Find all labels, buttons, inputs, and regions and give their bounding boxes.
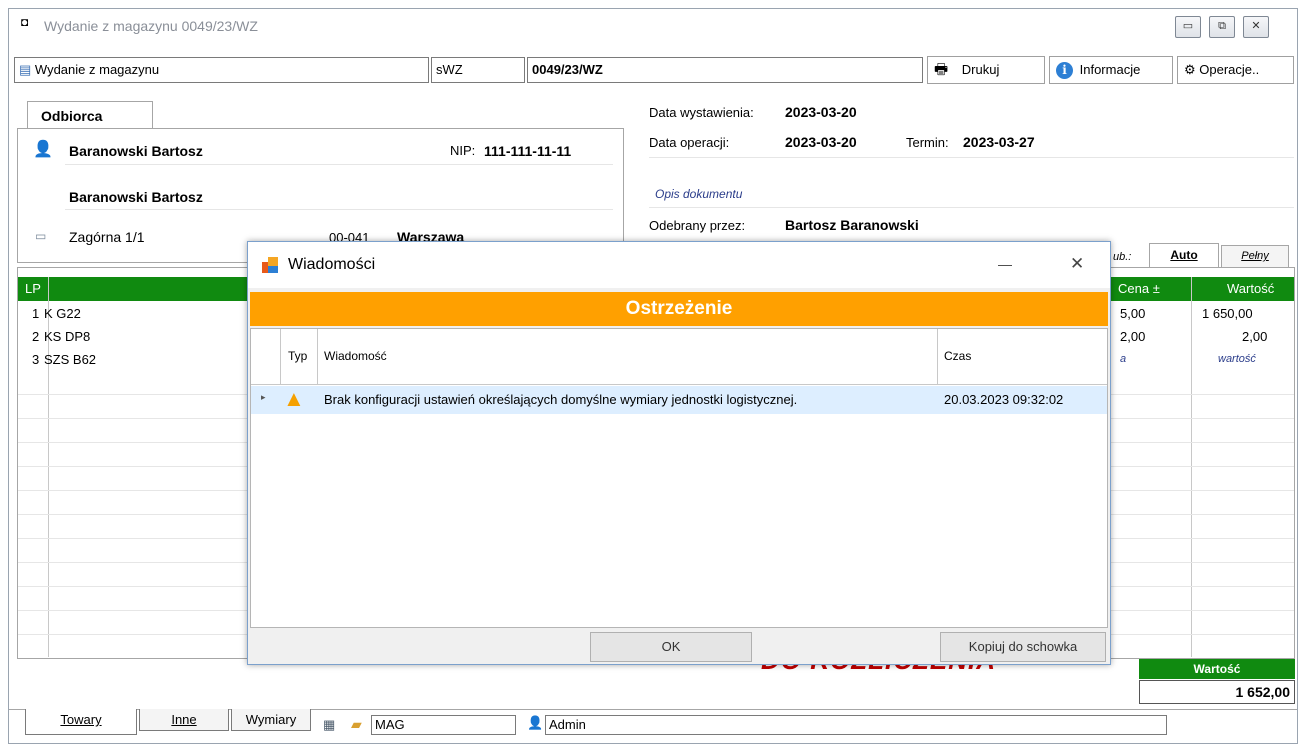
description-field[interactable]: Opis dokumentu xyxy=(655,187,742,201)
doc-type-value: Wydanie z magazynu xyxy=(34,62,160,77)
copy-to-clipboard-button[interactable]: Kopiuj do schowka xyxy=(940,632,1106,662)
calculator-icon[interactable]: ▦ xyxy=(323,717,335,733)
row-lp: 1 xyxy=(32,306,40,321)
address-card-icon: ▭ xyxy=(35,229,47,243)
tab-dimensions-label: Wymiary xyxy=(245,712,297,727)
app-icon: ◘ xyxy=(21,15,29,29)
tab-full[interactable]: Pełny xyxy=(1221,245,1289,267)
row-lp: 3 xyxy=(32,352,40,367)
tab-auto[interactable]: Auto xyxy=(1149,243,1219,267)
nip-label: NIP: xyxy=(450,143,476,158)
print-label: Drukuj xyxy=(961,62,1000,77)
received-value[interactable]: Bartosz Baranowski xyxy=(785,217,919,233)
message-time: 20.03.2023 09:32:02 xyxy=(944,392,1064,407)
messages-table: Typ Wiadomość Czas ▸ ▲ Brak konfiguracji… xyxy=(250,328,1108,628)
tab-auto-label: Auto xyxy=(1170,248,1198,262)
col-price-header[interactable]: Cena ± xyxy=(1118,281,1160,296)
user-icon: 👤 xyxy=(527,715,544,730)
user-value: Admin xyxy=(549,717,586,732)
warehouse-field[interactable]: MAG xyxy=(371,715,516,735)
warehouse-icon: ▰ xyxy=(351,716,362,732)
divider xyxy=(649,207,1294,208)
tab-dimensions[interactable]: Wymiary xyxy=(231,709,311,731)
window-title: Wydanie z magazynu 0049/23/WZ xyxy=(44,18,258,34)
dialog-titlebar: Wiadomości — ✕ xyxy=(248,242,1110,288)
row-price: a xyxy=(1120,353,1127,365)
dialog-close-button[interactable]: ✕ xyxy=(1070,254,1084,274)
tab-partial[interactable]: ub.: xyxy=(1113,251,1131,263)
recipient-tab-label: Odbiorca xyxy=(41,108,103,124)
document-icon: ▤ xyxy=(19,62,32,77)
series-field[interactable]: sWZ xyxy=(431,57,525,83)
info-button[interactable]: i Informacje xyxy=(1049,56,1173,84)
recipient-name[interactable]: Baranowski Bartosz xyxy=(69,143,203,159)
dialog-title: Wiadomości xyxy=(288,256,376,273)
tab-full-label: Pełny xyxy=(1241,250,1269,262)
row-name: KS DP8 xyxy=(44,329,91,344)
close-button[interactable]: ✕ xyxy=(1243,16,1269,38)
op-date-value[interactable]: 2023-03-20 xyxy=(785,134,857,150)
col-type-header[interactable]: Typ xyxy=(288,349,307,363)
col-time-header[interactable]: Czas xyxy=(944,349,971,363)
total-value-box: 1 652,00 xyxy=(1139,680,1295,704)
row-price: 2,00 xyxy=(1120,329,1146,344)
messages-dialog: Wiadomości — ✕ Ostrzeżenie Typ Wiadomość… xyxy=(247,241,1111,665)
row-name: SZS B62 xyxy=(44,352,97,367)
col-lp-header[interactable]: LP xyxy=(25,281,41,296)
dialog-minimize-button[interactable]: — xyxy=(998,256,1012,272)
recipient-tab[interactable]: Odbiorca xyxy=(27,101,153,129)
term-label: Termin: xyxy=(906,135,949,150)
doc-number-field[interactable]: 0049/23/WZ xyxy=(527,57,923,83)
tab-other[interactable]: Inne xyxy=(139,709,229,731)
info-label: Informacje xyxy=(1079,62,1141,77)
user-field[interactable]: Admin xyxy=(545,715,1167,735)
printer-icon: 🖶 xyxy=(934,61,949,78)
total-label: Wartość xyxy=(1139,659,1295,679)
divider xyxy=(649,157,1294,158)
row-price: 5,00 xyxy=(1120,306,1146,321)
minimize-button[interactable]: ▭ xyxy=(1175,16,1201,38)
row-value: wartość xyxy=(1218,353,1256,365)
row-selector-icon: ▸ xyxy=(261,392,266,402)
doc-type-field[interactable]: ▤ Wydanie z magazynu xyxy=(14,57,429,83)
title-bar: ◘ Wydanie z magazynu 0049/23/WZ ▭ ⧉ ✕ xyxy=(9,9,1297,43)
term-value[interactable]: 2023-03-27 xyxy=(963,134,1035,150)
dialog-app-icon xyxy=(262,257,278,273)
total-value: 1 652,00 xyxy=(1235,684,1291,700)
warehouse-value: MAG xyxy=(375,717,405,732)
operations-label: Operacje.. xyxy=(1199,62,1260,77)
info-icon: i xyxy=(1056,62,1073,79)
divider xyxy=(65,209,613,210)
gear-icon: ⚙ xyxy=(1184,62,1196,77)
person-icon: 👤 xyxy=(33,141,53,158)
total-label-text: Wartość xyxy=(1193,662,1241,676)
op-date-label: Data operacji: xyxy=(649,135,730,150)
warning-banner: Ostrzeżenie xyxy=(250,292,1108,326)
message-text: Brak konfiguracji ustawień określających… xyxy=(324,392,798,407)
recipient-name-2: Baranowski Bartosz xyxy=(69,189,203,205)
message-row[interactable]: ▸ ▲ Brak konfiguracji ustawień określają… xyxy=(251,386,1107,414)
col-value-header[interactable]: Wartość xyxy=(1227,281,1274,296)
row-lp: 2 xyxy=(32,329,40,344)
row-value: 2,00 xyxy=(1242,329,1268,344)
operations-button[interactable]: ⚙ Operacje.. xyxy=(1177,56,1294,84)
street-value: Zagórna 1/1 xyxy=(69,229,145,245)
issue-date-label: Data wystawienia: xyxy=(649,105,754,120)
table-header: Typ Wiadomość Czas xyxy=(251,329,1107,385)
restore-button[interactable]: ⧉ xyxy=(1209,16,1235,38)
divider xyxy=(65,164,613,165)
nip-value: 111-111-11-11 xyxy=(484,143,572,159)
received-label: Odebrany przez: xyxy=(649,218,746,233)
issue-date-value[interactable]: 2023-03-20 xyxy=(785,104,857,120)
col-message-header[interactable]: Wiadomość xyxy=(324,349,387,363)
tab-other-label: Inne xyxy=(171,712,197,727)
ok-button[interactable]: OK xyxy=(590,632,752,662)
tab-goods-label: Towary xyxy=(60,712,102,727)
warning-icon: ▲ xyxy=(283,386,305,411)
row-value: 1 650,00 xyxy=(1202,306,1253,321)
print-button[interactable]: 🖶 Drukuj xyxy=(927,56,1045,84)
tab-goods[interactable]: Towary xyxy=(25,709,137,735)
row-name: K G22 xyxy=(44,306,81,321)
